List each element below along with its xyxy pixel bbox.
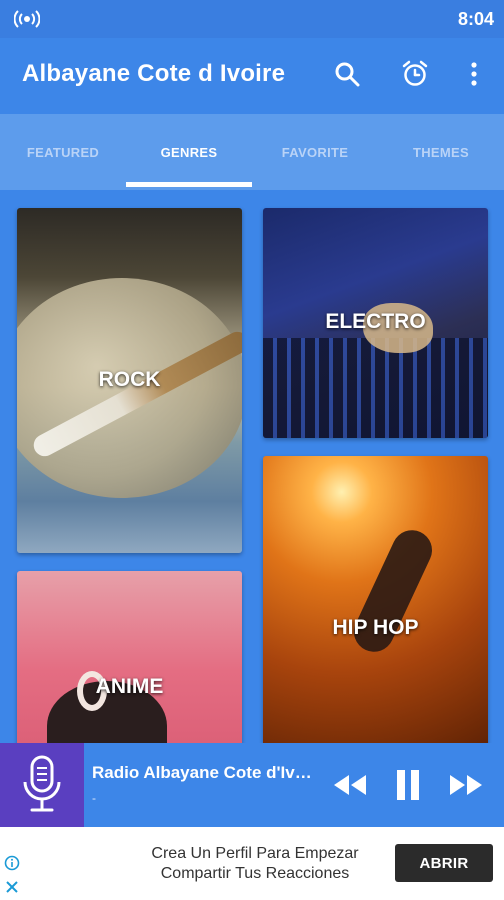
active-tab-indicator [126, 182, 252, 187]
genre-grid[interactable]: ROCK ELECTRO HIP HOP ANIME [0, 190, 504, 743]
electro-artwork-mixer [263, 338, 488, 438]
genre-card-electro[interactable]: ELECTRO [263, 208, 488, 438]
ad-text-line1: Crea Un Perfil Para Empezar [151, 845, 359, 862]
more-vertical-icon [471, 62, 477, 86]
genre-card-anime[interactable]: ANIME [17, 571, 242, 743]
app-bar: Albayane Cote d Ivoire [0, 38, 504, 114]
tab-themes[interactable]: THEMES [378, 114, 504, 190]
ad-open-button[interactable]: ABRIR [395, 844, 493, 882]
station-subtitle: - [92, 791, 96, 805]
genre-label-electro: ELECTRO [325, 310, 426, 333]
microphone-icon [23, 755, 61, 812]
ad-banner[interactable]: Crea Un Perfil Para Empezar Compartir Tu… [0, 827, 504, 900]
ad-info-icon[interactable] [4, 855, 20, 871]
rewind-icon [334, 775, 366, 795]
radio-broadcast-icon [14, 10, 40, 28]
pause-button[interactable] [390, 769, 426, 801]
search-button[interactable] [331, 58, 363, 90]
tab-bar: FEATURED GENRES FAVORITE THEMES [0, 114, 504, 190]
alarm-button[interactable] [399, 58, 431, 90]
rewind-button[interactable] [332, 769, 368, 801]
alarm-icon [402, 60, 428, 86]
genre-label-rock: ROCK [98, 368, 161, 391]
station-artwork[interactable] [0, 743, 84, 827]
ad-text[interactable]: Crea Un Perfil Para Empezar Compartir Tu… [120, 844, 390, 884]
fast-forward-button[interactable] [448, 769, 484, 801]
genre-card-rock[interactable]: ROCK [17, 208, 242, 553]
pause-icon [397, 770, 419, 800]
app-title: Albayane Cote d Ivoire [22, 60, 286, 87]
more-options-button[interactable] [458, 58, 490, 90]
status-time: 8:04 [457, 9, 494, 29]
status-bar: 8:04 [0, 0, 504, 38]
search-icon [335, 62, 360, 87]
genre-label-hiphop: HIP HOP [332, 616, 419, 639]
genre-card-hiphop[interactable]: HIP HOP [263, 456, 488, 743]
genre-label-anime: ANIME [95, 675, 164, 698]
tab-featured[interactable]: FEATURED [0, 114, 126, 190]
tab-genres[interactable]: GENRES [126, 114, 252, 190]
fast-forward-icon [450, 775, 482, 795]
mini-player[interactable]: Radio Albayane Cote d'Ivoire - [0, 743, 504, 827]
tab-favorite[interactable]: FAVORITE [252, 114, 378, 190]
ad-text-line2: Compartir Tus Reacciones [160, 865, 350, 882]
station-name[interactable]: Radio Albayane Cote d'Ivoire [92, 763, 320, 783]
ad-close-icon[interactable] [4, 879, 20, 895]
